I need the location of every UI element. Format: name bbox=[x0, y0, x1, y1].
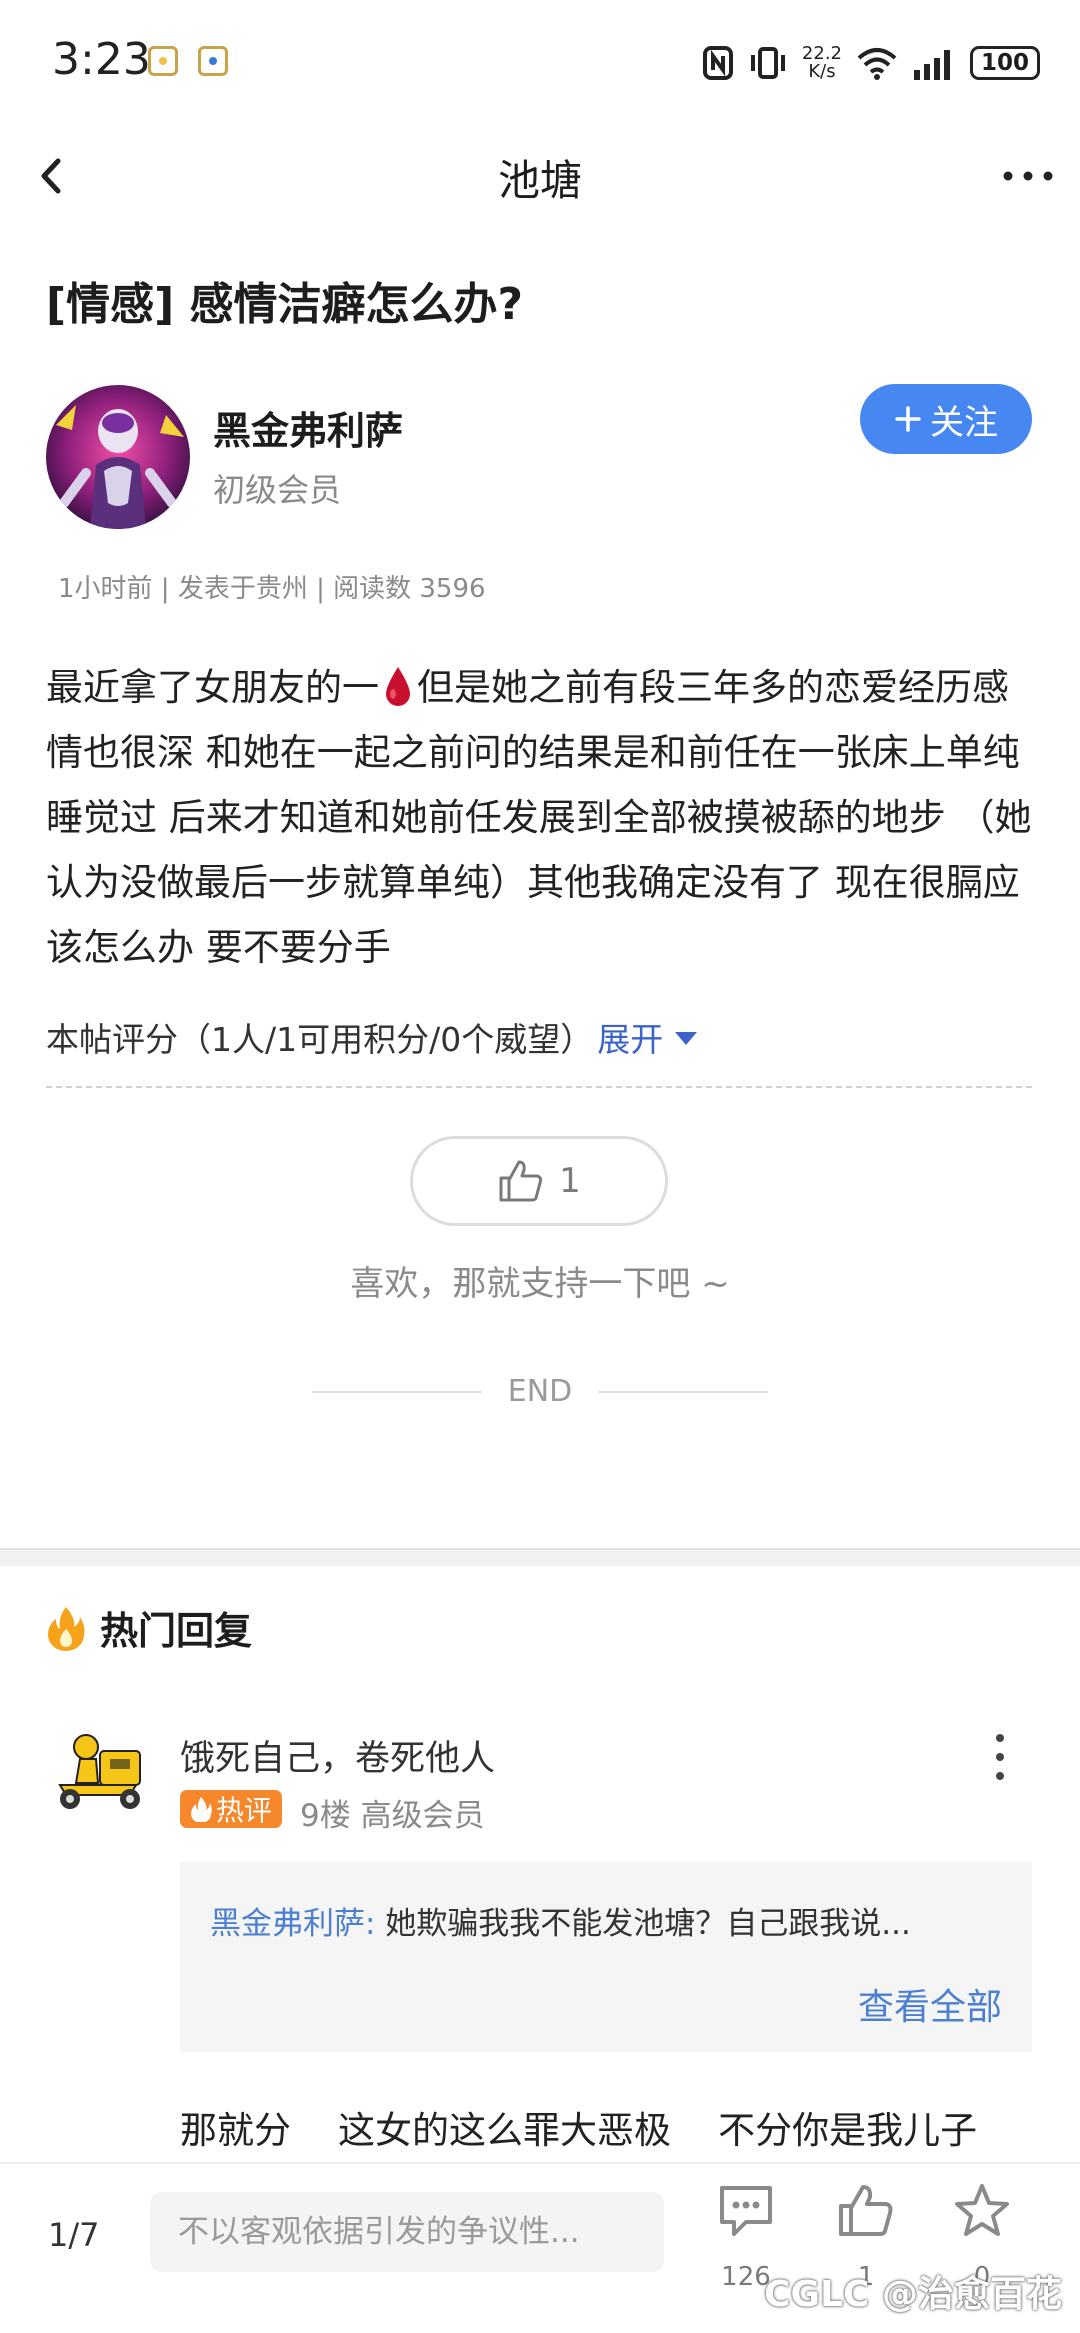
like-button[interactable]: 1 bbox=[410, 1136, 668, 1226]
author-name[interactable]: 黑金弗利萨 bbox=[213, 400, 403, 455]
watermark: CGLC @治愈百花 bbox=[764, 2274, 1062, 2315]
quote-text: 黑金弗利萨: 她欺骗我我不能发池塘？自己跟我说... bbox=[210, 1906, 911, 1942]
signal-icon bbox=[914, 50, 950, 80]
post-meta: 1小时前 | 发表于贵州 | 阅读数 3596 bbox=[58, 574, 486, 604]
wifi-icon bbox=[857, 48, 897, 80]
post-body: 最近拿了女朋友的一 但是她之前有段三年多的恋爱经历感情也很深 和她在一起之前问的结… bbox=[46, 666, 1032, 969]
notification-app-icon bbox=[148, 46, 178, 76]
rating-expand-link[interactable]: 展开 bbox=[597, 1013, 663, 1061]
page-title: 池塘 bbox=[497, 156, 582, 205]
quote-author[interactable]: 黑金弗利萨: bbox=[210, 1906, 375, 1942]
section-separator bbox=[0, 1548, 1080, 1566]
hot-comment-badge: 热评 bbox=[180, 1790, 283, 1828]
quoted-reply[interactable]: 黑金弗利萨: 她欺骗我我不能发池塘？自己跟我说... 查看全部 bbox=[180, 1862, 1032, 2052]
end-label: END bbox=[507, 1374, 573, 1409]
reply-avatar[interactable] bbox=[46, 1725, 152, 1815]
battery-icon: 100 bbox=[970, 46, 1040, 80]
blood-drop-icon bbox=[386, 667, 410, 706]
post-title: [情感] 感情洁癖怎么办? bbox=[46, 279, 524, 330]
star-icon bbox=[955, 2184, 1009, 2236]
view-all-link[interactable]: 查看全部 bbox=[858, 1978, 1002, 2030]
like-count: 1 bbox=[559, 1161, 581, 1201]
divider bbox=[46, 1086, 1032, 1088]
status-bar: 3:23 22.2 K/s 100 bbox=[0, 0, 1080, 125]
reply-text: 那就分 这女的这么罪大恶极 不分你是我儿子 bbox=[180, 2109, 978, 2152]
thumbs-up-icon bbox=[839, 2185, 893, 2236]
more-options-icon[interactable] bbox=[998, 151, 1058, 201]
comment-icon bbox=[720, 2186, 772, 2236]
vibrate-icon bbox=[750, 47, 785, 79]
network-speed: 22.2 K/s bbox=[801, 43, 842, 82]
rating-summary: 本帖评分（1人/1可用积分/0个威望） bbox=[46, 1020, 594, 1059]
like-hint: 喜欢，那就支持一下吧 ~ bbox=[350, 1264, 730, 1304]
fire-icon bbox=[48, 1606, 85, 1651]
thumbs-up-icon bbox=[499, 1160, 543, 1202]
plus-icon bbox=[895, 406, 921, 432]
page-indicator[interactable]: 1/7 bbox=[48, 2216, 100, 2254]
author-level: 初级会员 bbox=[213, 471, 342, 509]
fire-icon bbox=[191, 1797, 212, 1822]
comment-input[interactable] bbox=[150, 2192, 664, 2272]
vertical-more-icon[interactable] bbox=[980, 1730, 1020, 1784]
hot-replies-title: 热门回复 bbox=[100, 1609, 253, 1653]
caret-down-icon[interactable] bbox=[675, 1032, 698, 1045]
notification-app-icon bbox=[198, 46, 228, 76]
reply-meta: 9楼 高级会员 bbox=[300, 1798, 485, 1834]
follow-label: 关注 bbox=[930, 402, 998, 443]
end-line-left bbox=[311, 1390, 482, 1393]
status-time: 3:23 bbox=[52, 34, 151, 85]
reply-author-name[interactable]: 饿死自己，卷死他人 bbox=[180, 1730, 495, 1781]
hot-replies-heading: 热门回复 bbox=[46, 1600, 252, 1655]
title-bar: 池塘 bbox=[0, 125, 1080, 225]
end-line-right bbox=[598, 1390, 769, 1393]
end-marker: END bbox=[310, 1374, 770, 1409]
author-avatar[interactable] bbox=[46, 385, 190, 529]
nfc-icon bbox=[702, 46, 733, 80]
status-icons: 22.2 K/s 100 bbox=[702, 38, 1040, 88]
post-rating: 本帖评分（1人/1可用积分/0个威望） 展开 bbox=[46, 1013, 698, 1061]
follow-button[interactable]: 关注 bbox=[860, 384, 1032, 454]
